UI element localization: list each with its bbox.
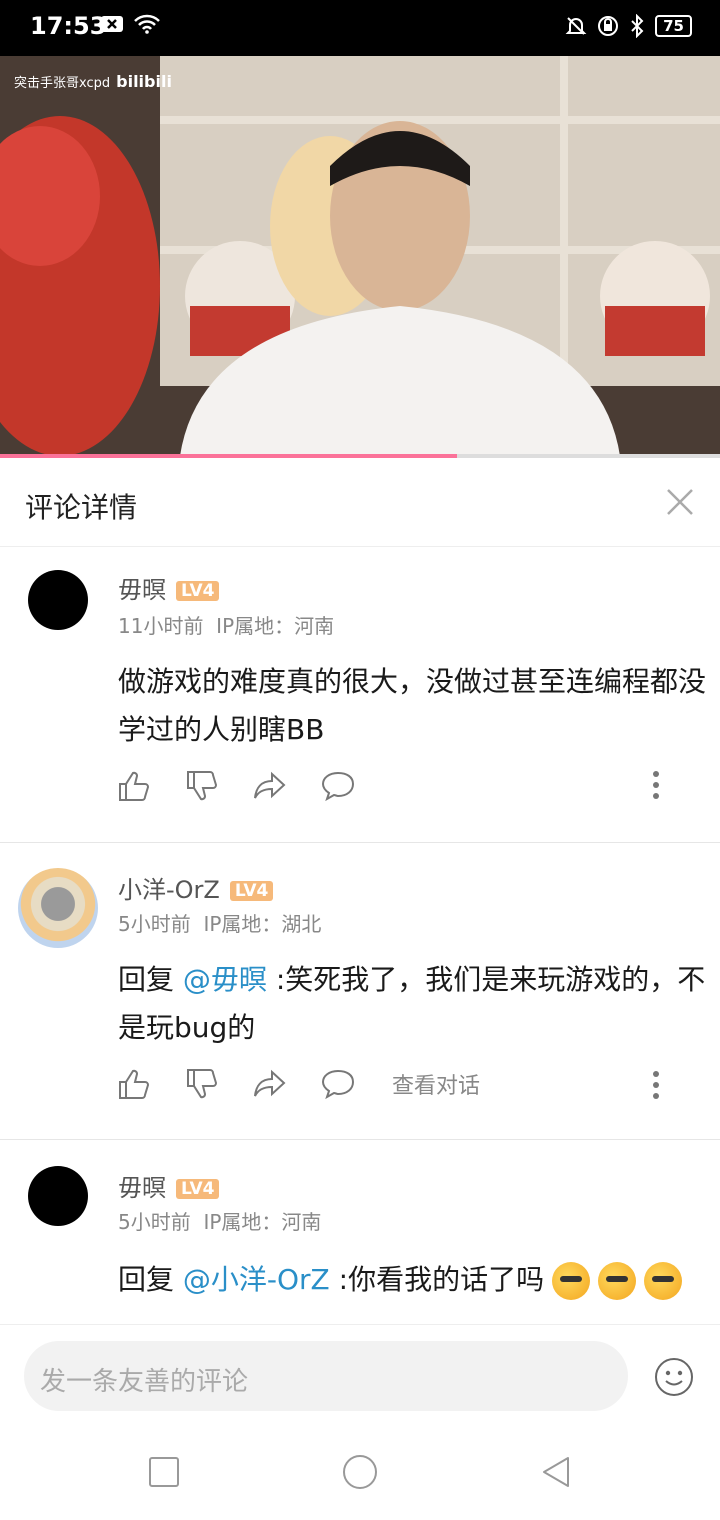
ip-location: IP属地：河南: [216, 614, 335, 638]
reply-prefix: 回复: [118, 1263, 183, 1296]
home-icon[interactable]: [342, 1454, 378, 1490]
comment-meta: 5小时前 IP属地：河南: [118, 1206, 321, 1235]
reply-text: :你看我的话了吗: [329, 1263, 545, 1296]
battery-indicator: 75: [655, 15, 692, 37]
more-options-icon[interactable]: [652, 1070, 660, 1100]
comment-item: 毋暝 LV4 11小时前 IP属地：河南 做游戏的难度真的很大，没做过甚至连编程都…: [0, 548, 720, 843]
back-icon[interactable]: [540, 1456, 572, 1488]
share-icon[interactable]: [252, 768, 288, 804]
bilibili-logo: bilibili: [116, 72, 172, 91]
dislike-icon[interactable]: [184, 1066, 220, 1102]
ip-location: IP属地：河南: [203, 1210, 322, 1234]
username[interactable]: 小洋-OrZ LV4: [118, 870, 274, 905]
page-title: 评论详情: [25, 491, 138, 524]
rotation-lock-icon: [598, 16, 619, 36]
level-badge: LV4: [229, 881, 274, 901]
username[interactable]: 毋暝 LV4: [118, 1168, 220, 1203]
comment-meta: 5小时前 IP属地：湖北: [118, 908, 321, 937]
system-navigation-bar: [0, 1424, 720, 1520]
sunglasses-emoji-icon: [598, 1262, 637, 1300]
like-icon[interactable]: [116, 768, 152, 804]
avatar[interactable]: [28, 1166, 88, 1226]
level-badge: LV4: [176, 1179, 220, 1199]
bluetooth-icon: [631, 14, 644, 38]
comment-item: 小洋-OrZ LV4 5小时前 IP属地：湖北 回复 @毋暝 :笑死我了，我们是来…: [0, 842, 720, 1140]
comment-detail-header: 评论详情: [0, 458, 720, 547]
mute-bell-icon: [565, 17, 587, 35]
comment-text: 回复 @小洋-OrZ :你看我的话了吗: [118, 1256, 708, 1304]
username-text[interactable]: 小洋-OrZ: [118, 876, 220, 904]
comment-input-bar: 发一条友善的评论: [0, 1324, 720, 1425]
comment-text: 回复 @毋暝 :笑死我了，我们是来玩游戏的，不是玩bug的: [118, 956, 708, 1052]
sunglasses-emoji-icon: [644, 1262, 683, 1300]
status-left-icons: [100, 14, 160, 34]
status-right-icons: 75: [565, 14, 692, 38]
view-conversation-link[interactable]: 查看对话: [392, 1068, 480, 1100]
reply-prefix: 回复: [118, 963, 183, 996]
username-text[interactable]: 毋暝: [118, 1174, 166, 1202]
video-player[interactable]: 突击手张哥xcpd bilibili: [0, 56, 720, 456]
ip-location: IP属地：湖北: [203, 912, 322, 936]
recent-apps-icon[interactable]: [148, 1456, 180, 1488]
mention-link[interactable]: @毋暝: [183, 963, 267, 996]
watermark-text: 突击手张哥xcpd: [14, 76, 111, 91]
wifi-icon: [134, 14, 160, 34]
level-badge: LV4: [176, 581, 220, 601]
username-text[interactable]: 毋暝: [118, 576, 166, 604]
reply-icon[interactable]: [320, 768, 356, 804]
video-watermark: 突击手张哥xcpd bilibili: [14, 72, 172, 91]
comment-actions: [116, 768, 388, 804]
comment-text: 做游戏的难度真的很大，没做过甚至连编程都没学过的人别瞎BB: [118, 665, 707, 746]
status-bar: 17:53 75: [0, 0, 720, 56]
comment-item: 毋暝 LV4 5小时前 IP属地：河南 回复 @小洋-OrZ :你看我的话了吗: [0, 1140, 720, 1324]
like-icon[interactable]: [116, 1066, 152, 1102]
more-options-icon[interactable]: [652, 770, 660, 800]
avatar[interactable]: [28, 570, 88, 630]
close-icon[interactable]: [662, 484, 698, 520]
share-icon[interactable]: [252, 1066, 288, 1102]
comment-actions: 查看对话: [116, 1066, 480, 1102]
mention-link[interactable]: @小洋-OrZ: [183, 1263, 330, 1296]
video-frame: [0, 56, 720, 456]
reply-icon[interactable]: [320, 1066, 356, 1102]
sunglasses-emoji-icon: [552, 1262, 591, 1300]
comment-time: 5小时前: [118, 1210, 191, 1234]
comment-input[interactable]: 发一条友善的评论: [24, 1341, 628, 1411]
comment-time: 11小时前: [118, 614, 204, 638]
avatar[interactable]: [18, 868, 98, 948]
status-time: 17:53: [30, 12, 107, 40]
username[interactable]: 毋暝 LV4: [118, 570, 220, 605]
input-placeholder: 发一条友善的评论: [40, 1367, 249, 1397]
comment-time: 5小时前: [118, 912, 191, 936]
dislike-icon[interactable]: [184, 768, 220, 804]
comment-meta: 11小时前 IP属地：河南: [118, 610, 334, 639]
close-box-icon: [101, 16, 123, 32]
emoji-picker-icon[interactable]: [654, 1357, 694, 1397]
